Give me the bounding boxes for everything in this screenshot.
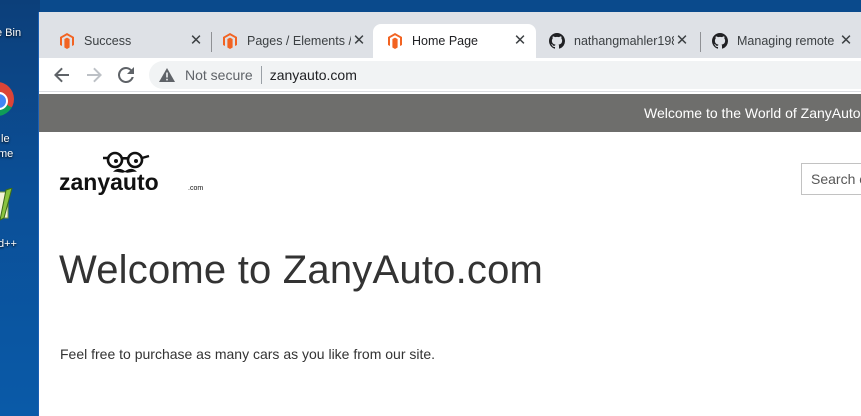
reload-button[interactable] <box>115 64 137 86</box>
tab-github-nathangmahler[interactable]: nathangmahler198 ✕ <box>535 24 698 58</box>
recycle-bin-label[interactable]: e Bin <box>0 26 21 40</box>
tab-success[interactable]: Success ✕ <box>45 24 212 58</box>
notepad-plus-plus-icon[interactable] <box>0 188 14 224</box>
forward-button[interactable] <box>83 64 105 86</box>
magento-icon <box>59 33 75 49</box>
tab-title: nathangmahler198 <box>574 34 674 48</box>
desktop-background: e Bin le me d++ <box>0 0 40 416</box>
forward-arrow-icon <box>87 67 102 83</box>
close-icon[interactable]: ✕ <box>674 33 690 49</box>
magento-icon <box>222 33 238 49</box>
tab-pages-elements[interactable]: Pages / Elements / ✕ <box>208 24 375 58</box>
github-icon <box>712 33 728 49</box>
tab-title: Managing remote <box>737 34 835 48</box>
chrome-icon[interactable] <box>0 82 14 116</box>
address-bar[interactable]: Not secure zanyauto.com <box>149 61 861 89</box>
tab-strip: Success ✕ Pages / Elements / ✕ Home Page… <box>39 12 861 58</box>
reload-icon <box>118 67 134 83</box>
search-input[interactable]: Search e <box>801 163 861 195</box>
site-top-bar: Welcome to the World of ZanyAuto <box>39 94 861 132</box>
welcome-message: Welcome to the World of ZanyAuto <box>644 105 861 121</box>
close-icon[interactable]: ✕ <box>351 33 367 49</box>
tab-title: Home Page <box>412 34 479 48</box>
tab-github-managing-remote[interactable]: Managing remote ✕ <box>698 24 861 58</box>
chrome-label-line1[interactable]: le <box>1 132 10 146</box>
close-icon[interactable]: ✕ <box>188 33 204 49</box>
close-icon[interactable]: ✕ <box>838 33 854 49</box>
not-secure-label[interactable]: Not secure <box>185 67 253 83</box>
magento-icon <box>387 33 403 49</box>
browser-window: Success ✕ Pages / Elements / ✕ Home Page… <box>38 12 861 416</box>
omnibox-divider <box>260 66 262 84</box>
chrome-label-line2[interactable]: me <box>0 147 13 161</box>
intro-paragraph: Feel free to purchase as many cars as yo… <box>60 346 436 362</box>
web-page: Welcome to the World of ZanyAuto zanyaut… <box>39 92 861 416</box>
back-arrow-icon <box>54 67 69 83</box>
logo-wordmark: zanyauto <box>59 169 159 195</box>
logo-suffix: .com <box>188 185 203 192</box>
tab-title: Success <box>84 34 132 48</box>
back-button[interactable] <box>51 64 73 86</box>
tab-home-page[interactable]: Home Page ✕ <box>373 24 536 58</box>
close-icon[interactable]: ✕ <box>512 33 528 49</box>
warning-icon[interactable] <box>159 67 175 83</box>
site-logo[interactable]: zanyauto .com <box>59 150 209 200</box>
tab-title: Pages / Elements / <box>247 34 351 48</box>
url-text[interactable]: zanyauto.com <box>270 67 357 83</box>
notepad-label[interactable]: d++ <box>0 237 17 251</box>
github-icon <box>549 33 565 49</box>
browser-toolbar: Not secure zanyauto.com <box>39 58 861 92</box>
page-title: Welcome to ZanyAuto.com <box>59 248 544 292</box>
